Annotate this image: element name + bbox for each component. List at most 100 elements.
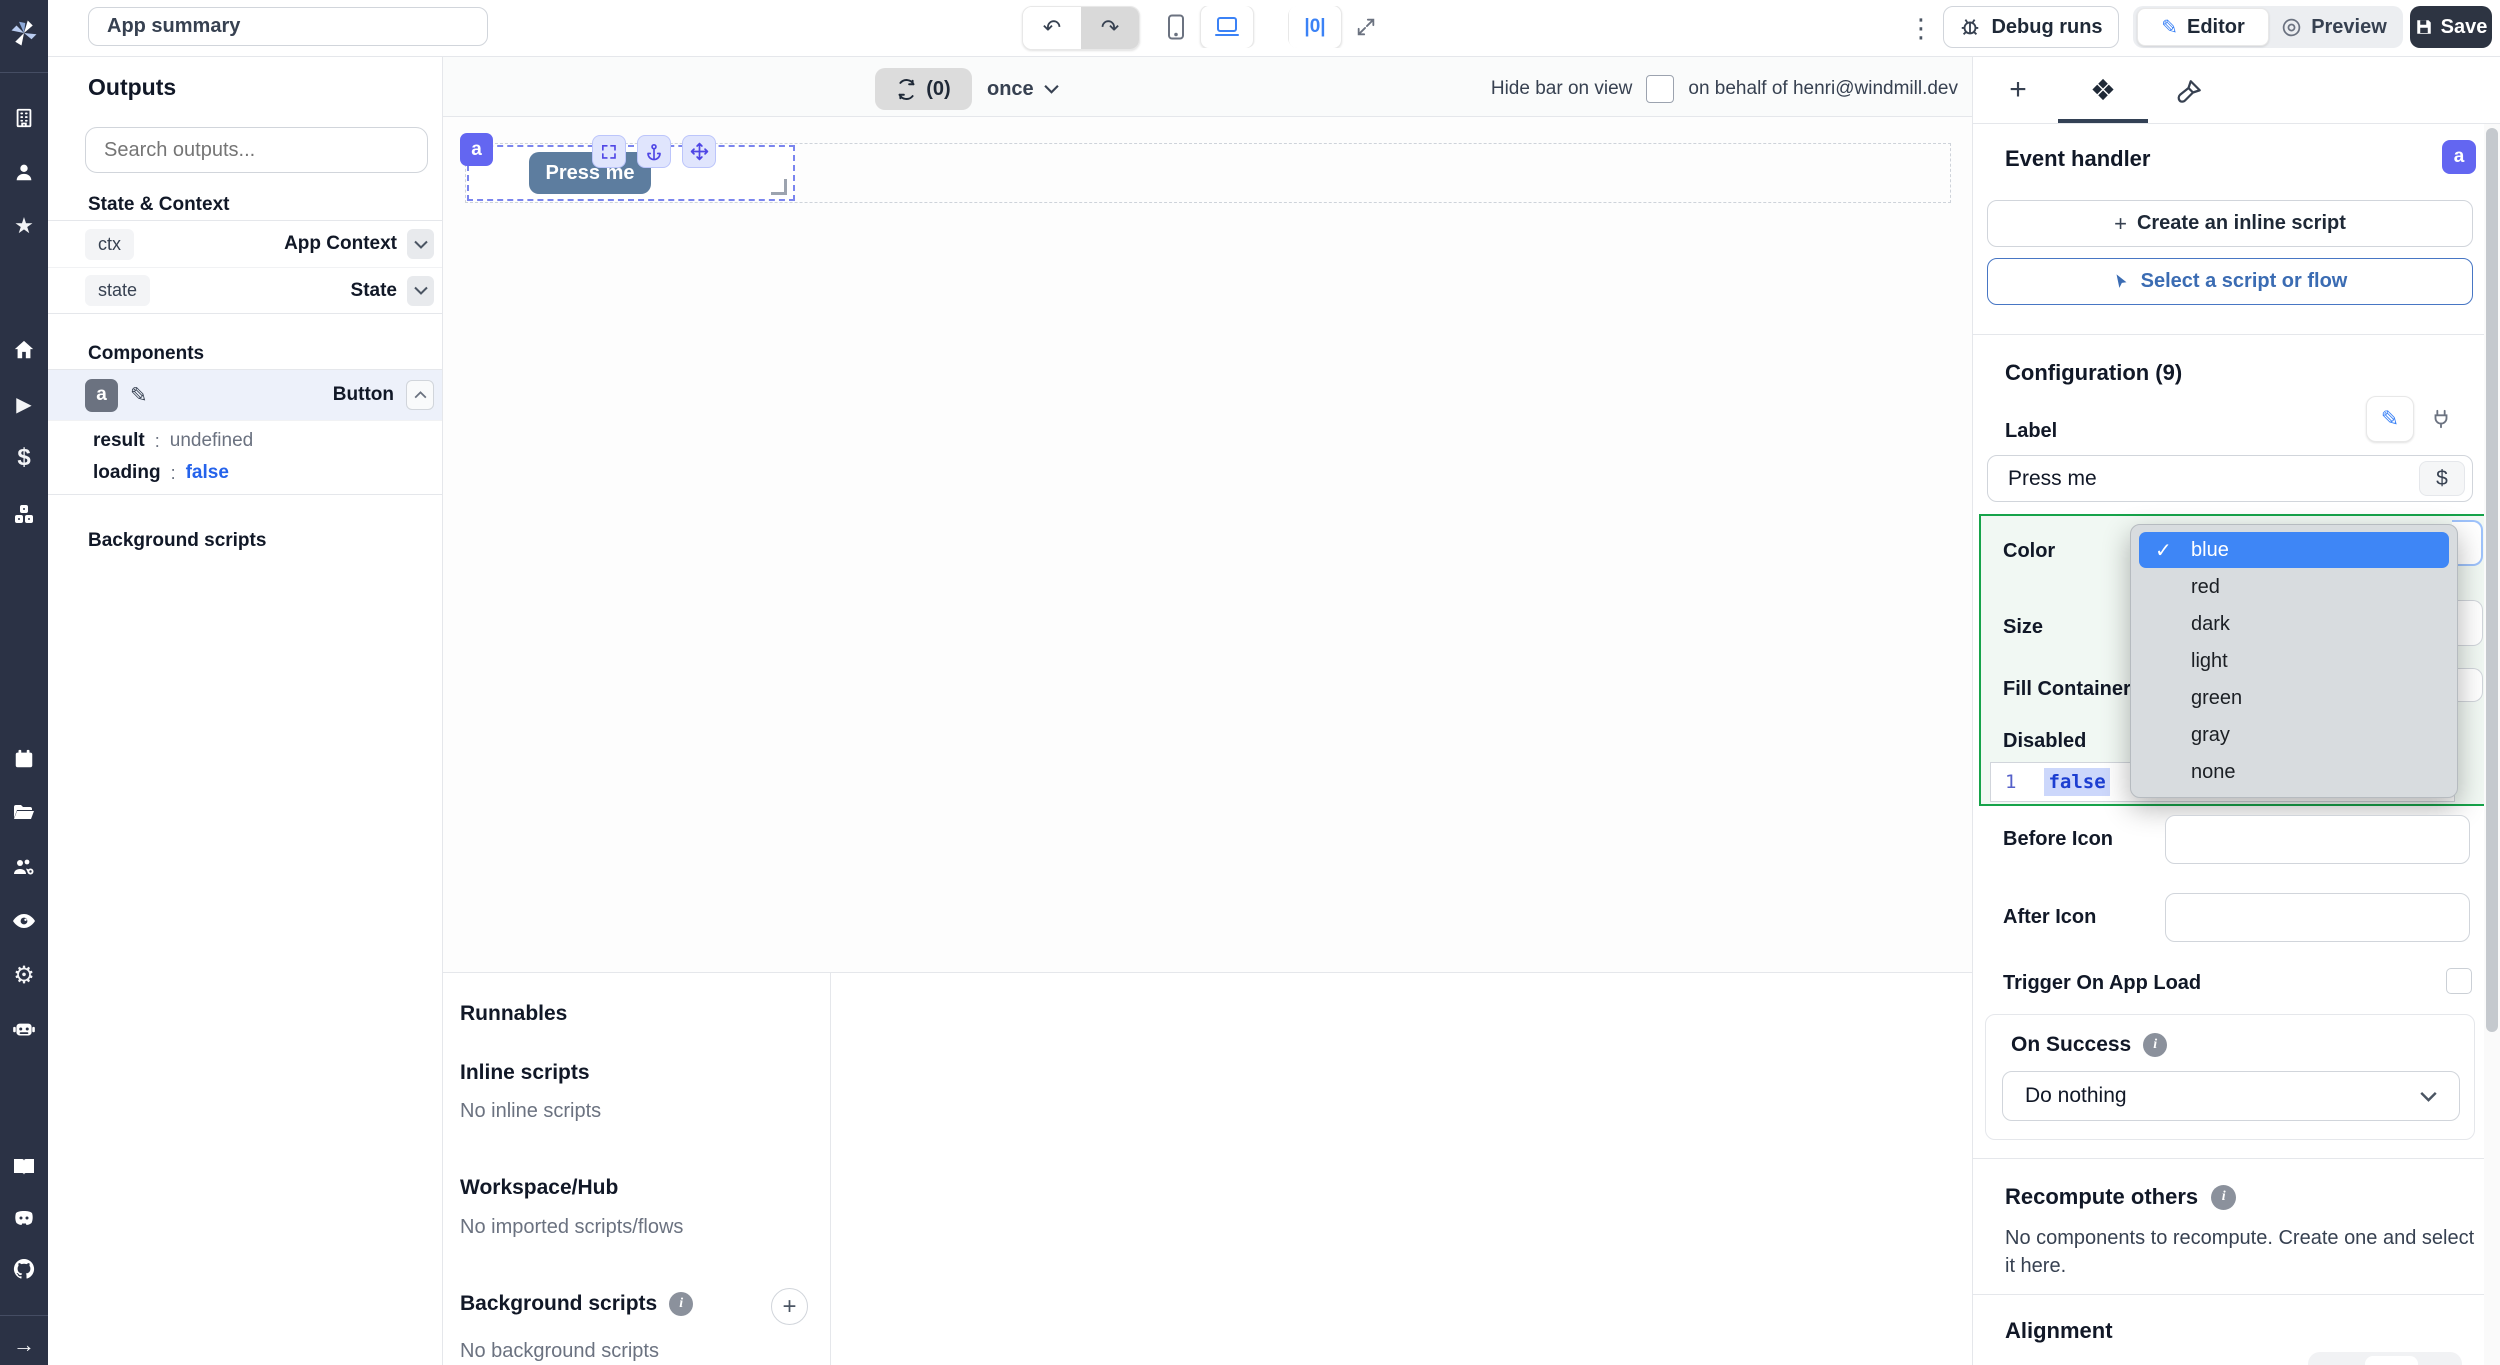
favorites-star-icon[interactable]: ★ bbox=[0, 209, 48, 243]
component-type-label: Button bbox=[332, 384, 394, 405]
resources-cubes-icon[interactable] bbox=[0, 497, 48, 531]
desktop-view-button[interactable] bbox=[1200, 6, 1254, 48]
components-title: Components bbox=[88, 343, 205, 364]
select-script-button[interactable]: Select a script or flow bbox=[1987, 258, 2473, 305]
alignment-toggle-active-segment bbox=[2365, 1356, 2418, 1365]
audit-eye-icon[interactable] bbox=[0, 904, 48, 938]
settings-scrollbar-thumb[interactable] bbox=[2486, 128, 2498, 1032]
background-scripts-header: Background scripts i bbox=[460, 1292, 694, 1316]
workspace-hub-title: Workspace/Hub bbox=[460, 1176, 619, 1199]
color-option-blue[interactable]: ✓ blue bbox=[2139, 532, 2449, 568]
workspace-building-icon[interactable] bbox=[0, 101, 48, 135]
schedules-calendar-icon[interactable] bbox=[0, 742, 48, 776]
github-icon[interactable] bbox=[0, 1252, 48, 1286]
color-option-gray[interactable]: gray bbox=[2139, 717, 2449, 753]
app-canvas[interactable] bbox=[443, 117, 1972, 972]
fullwidth-layout-button[interactable] bbox=[1342, 6, 1390, 48]
color-option-red[interactable]: red bbox=[2139, 569, 2449, 605]
anchor-icon bbox=[647, 143, 661, 160]
on-success-header: On Success i bbox=[2011, 1033, 2168, 1057]
rename-pencil-icon[interactable]: ✎ bbox=[130, 383, 148, 408]
editor-code: false bbox=[2044, 768, 2110, 796]
color-option-light[interactable]: light bbox=[2139, 643, 2449, 679]
settings-gear-icon[interactable]: ⚙ bbox=[0, 958, 48, 992]
color-dropdown-menu: ✓ blue red dark light green gray none bbox=[2130, 524, 2458, 798]
expand-component-button[interactable] bbox=[592, 135, 626, 168]
background-scripts-title: Background scripts bbox=[460, 1292, 658, 1315]
add-background-script-button[interactable]: + bbox=[771, 1288, 808, 1325]
editor-line-number: 1 bbox=[2005, 771, 2017, 793]
recompute-empty-line1: No components to recompute. Create one a… bbox=[2005, 1227, 2475, 1249]
ai-robot-icon[interactable] bbox=[0, 1012, 48, 1046]
before-icon-input[interactable] bbox=[2165, 815, 2470, 864]
tab-styling[interactable] bbox=[2170, 74, 2206, 110]
prop-colon: : bbox=[170, 462, 176, 483]
alignment-toggle-partial[interactable] bbox=[2308, 1352, 2462, 1365]
prop-row-result: result : undefined bbox=[93, 430, 253, 452]
on-success-value: Do nothing bbox=[2025, 1084, 2127, 1107]
refresh-button[interactable]: (0) bbox=[875, 68, 972, 110]
static-value-mode-button[interactable]: ✎ bbox=[2366, 396, 2414, 442]
after-icon-input[interactable] bbox=[2165, 893, 2470, 942]
hide-bar-checkbox[interactable] bbox=[1646, 75, 1675, 103]
groups-users-icon[interactable] bbox=[0, 850, 48, 884]
preview-tab[interactable]: Preview bbox=[2269, 9, 2399, 45]
color-option-green[interactable]: green bbox=[2139, 680, 2449, 716]
desktop-icon bbox=[1215, 17, 1239, 36]
undo-button[interactable]: ↶ bbox=[1023, 7, 1081, 49]
output-row-state[interactable]: state State bbox=[48, 268, 442, 313]
inline-scripts-title: Inline scripts bbox=[460, 1061, 590, 1084]
tab-component-settings[interactable]: ❖ bbox=[2085, 72, 2121, 108]
configuration-title: Configuration (9) bbox=[2005, 360, 2183, 385]
variables-dollar-icon[interactable]: $ bbox=[0, 441, 48, 475]
windmill-logo-icon[interactable] bbox=[0, 16, 48, 50]
info-icon: i bbox=[2143, 1033, 2168, 1057]
resize-handle[interactable] bbox=[771, 179, 787, 195]
folders-icon[interactable] bbox=[0, 796, 48, 830]
connect-mode-button[interactable] bbox=[2420, 400, 2462, 438]
search-outputs-input[interactable] bbox=[85, 127, 428, 173]
paintbrush-icon bbox=[2177, 79, 2201, 103]
collapse-arrow-icon[interactable]: → bbox=[0, 1328, 48, 1362]
sidebar-divider bbox=[0, 72, 48, 73]
hide-bar-label: Hide bar on view bbox=[1490, 78, 1633, 99]
color-option-none[interactable]: none bbox=[2139, 754, 2449, 790]
redo-button[interactable]: ↷ bbox=[1081, 7, 1139, 49]
editor-tab[interactable]: ✎ Editor bbox=[2137, 8, 2269, 46]
more-menu-kebab[interactable]: ⋮ bbox=[1908, 10, 1934, 46]
color-option-dark[interactable]: dark bbox=[2139, 606, 2449, 642]
output-row-ctx[interactable]: ctx App Context bbox=[48, 221, 442, 267]
user-icon[interactable] bbox=[0, 155, 48, 189]
docs-book-icon[interactable] bbox=[0, 1150, 48, 1184]
label-input-value[interactable]: Press me bbox=[2008, 467, 2097, 491]
preview-eye-icon bbox=[2282, 18, 2301, 36]
ctx-expand-button[interactable] bbox=[407, 229, 434, 259]
trigger-on-app-load-checkbox[interactable] bbox=[2446, 968, 2472, 994]
app-summary-input[interactable] bbox=[88, 7, 488, 46]
plug-icon bbox=[2434, 409, 2448, 429]
move-component-button[interactable] bbox=[682, 135, 716, 168]
save-button[interactable]: Save bbox=[2410, 6, 2492, 48]
mobile-view-button[interactable] bbox=[1152, 6, 1200, 48]
state-expand-button[interactable] bbox=[407, 275, 434, 306]
prop-value: false bbox=[185, 462, 229, 483]
center-layout-button[interactable]: |0| bbox=[1288, 6, 1342, 48]
active-tab-underline bbox=[2058, 119, 2148, 123]
component-collapse-button[interactable] bbox=[406, 380, 434, 410]
discord-icon[interactable] bbox=[0, 1201, 48, 1235]
editor-preview-toggle: ✎ Editor Preview bbox=[2133, 6, 2403, 48]
component-row-a[interactable]: a ✎ Button bbox=[48, 370, 442, 420]
debug-runs-button[interactable]: Debug runs bbox=[1943, 6, 2119, 48]
plus-icon: + bbox=[2114, 210, 2127, 236]
tab-insert-component[interactable]: + bbox=[2000, 72, 2036, 108]
home-icon[interactable] bbox=[0, 333, 48, 367]
run-mode-dropdown[interactable]: once bbox=[987, 68, 1059, 110]
canvas-press-me-button[interactable]: Press me bbox=[529, 152, 651, 194]
on-success-select[interactable]: Do nothing bbox=[2002, 1071, 2460, 1121]
runs-play-icon[interactable]: ▶ bbox=[0, 387, 48, 421]
create-inline-script-button[interactable]: + Create an inline script bbox=[1987, 200, 2473, 247]
anchor-component-button[interactable] bbox=[637, 135, 671, 168]
main-sidebar: ★ ▶ $ ⚙ → bbox=[0, 0, 48, 1365]
component-id-badge: a bbox=[85, 378, 118, 412]
template-dollar-button[interactable]: $ bbox=[2419, 461, 2465, 496]
